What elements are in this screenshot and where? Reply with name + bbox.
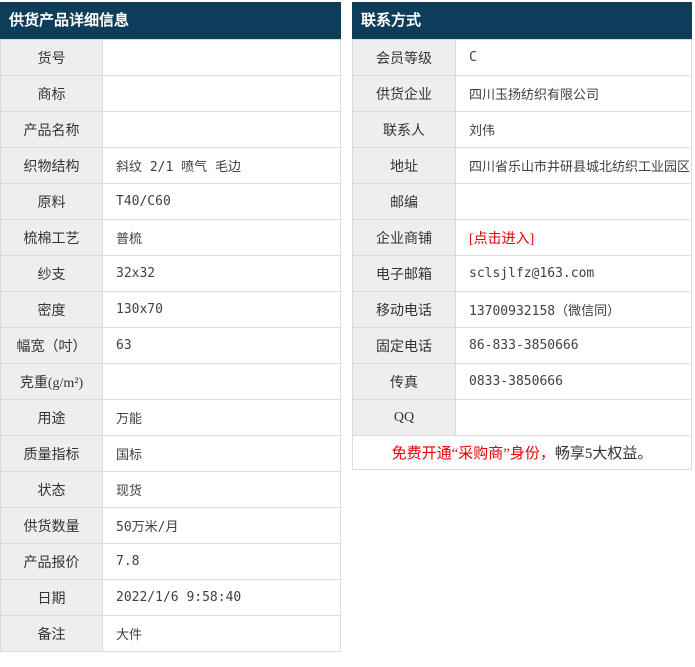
value-fabric-structure: 斜纹 2/1 喷气 毛边 <box>102 147 341 184</box>
value-fixed-phone: 86-833-3850666 <box>455 327 692 364</box>
value-density: 130x70 <box>102 291 341 328</box>
value-price-quote: 7.8 <box>102 543 341 580</box>
value-gram-weight <box>102 363 341 400</box>
label-mobile-phone: 移动电话 <box>352 291 456 328</box>
value-raw-material: T40/C60 <box>102 183 341 220</box>
row-member-level: 会员等级 C <box>352 39 692 76</box>
label-date: 日期 <box>0 579 103 616</box>
value-address: 四川省乐山市井研县城北纺织工业园区 <box>455 147 692 184</box>
label-qq: QQ <box>352 399 456 436</box>
value-zip-code <box>455 183 692 220</box>
row-zip-code: 邮编 <box>352 183 692 220</box>
row-remark: 备注 大件 <box>0 615 341 652</box>
promo-note-text: 畅享5大权益。 <box>554 446 653 462</box>
label-width-inch: 幅宽（吋） <box>0 327 103 364</box>
value-fax: 0833-3850666 <box>455 363 692 400</box>
row-supplier-company: 供货企业 四川玉扬纺织有限公司 <box>352 75 692 112</box>
label-member-level: 会员等级 <box>352 39 456 76</box>
value-date: 2022/1/6 9:58:40 <box>102 579 341 616</box>
label-yarn-count: 纱支 <box>0 255 103 292</box>
row-gram-weight: 克重(g/m²) <box>0 363 341 400</box>
row-usage: 用途 万能 <box>0 399 341 436</box>
label-item-number: 货号 <box>0 39 103 76</box>
product-details-title: 供货产品详细信息 <box>0 2 341 39</box>
row-raw-material: 原料 T40/C60 <box>0 183 341 220</box>
label-address: 地址 <box>352 147 456 184</box>
contact-info-title: 联系方式 <box>352 2 692 39</box>
value-trademark <box>102 75 341 112</box>
value-width-inch: 63 <box>102 327 341 364</box>
label-price-quote: 产品报价 <box>0 543 103 580</box>
row-yarn-count: 纱支 32x32 <box>0 255 341 292</box>
label-trademark: 商标 <box>0 75 103 112</box>
row-price-quote: 产品报价 7.8 <box>0 543 341 580</box>
row-supply-quantity: 供货数量 50万米/月 <box>0 507 341 544</box>
value-supply-quantity: 50万米/月 <box>102 507 341 544</box>
promo-note-link[interactable]: 免费开通“采购商”身份， <box>392 446 555 462</box>
row-item-number: 货号 <box>0 39 341 76</box>
value-contact-person: 刘伟 <box>455 111 692 148</box>
row-fixed-phone: 固定电话 86-833-3850666 <box>352 327 692 364</box>
value-member-level: C <box>455 39 692 76</box>
label-company-shop: 企业商铺 <box>352 219 456 256</box>
row-email: 电子邮箱 sclsjlfz@163.com <box>352 255 692 292</box>
row-density: 密度 130x70 <box>0 291 341 328</box>
row-qq: QQ <box>352 399 692 436</box>
value-yarn-count: 32x32 <box>102 255 341 292</box>
row-contact-person: 联系人 刘伟 <box>352 111 692 148</box>
row-trademark: 商标 <box>0 75 341 112</box>
value-mobile-phone: 13700932158（微信同） <box>455 291 692 328</box>
label-status: 状态 <box>0 471 103 508</box>
row-address: 地址 四川省乐山市井研县城北纺织工业园区 <box>352 147 692 184</box>
label-density: 密度 <box>0 291 103 328</box>
row-status: 状态 现货 <box>0 471 341 508</box>
value-status: 现货 <box>102 471 341 508</box>
promo-note: 免费开通“采购商”身份，畅享5大权益。 <box>352 435 692 470</box>
value-product-name <box>102 111 341 148</box>
label-gram-weight: 克重(g/m²) <box>0 363 103 400</box>
row-fabric-structure: 织物结构 斜纹 2/1 喷气 毛边 <box>0 147 341 184</box>
contact-info-panel: 联系方式 会员等级 C 供货企业 四川玉扬纺织有限公司 联系人 刘伟 地址 四川… <box>352 2 692 470</box>
value-remark: 大件 <box>102 615 341 652</box>
value-quality-standard: 国标 <box>102 435 341 472</box>
row-quality-standard: 质量指标 国标 <box>0 435 341 472</box>
value-supplier-company: 四川玉扬纺织有限公司 <box>455 75 692 112</box>
label-usage: 用途 <box>0 399 103 436</box>
label-fabric-structure: 织物结构 <box>0 147 103 184</box>
value-usage: 万能 <box>102 399 341 436</box>
label-remark: 备注 <box>0 615 103 652</box>
value-email: sclsjlfz@163.com <box>455 255 692 292</box>
row-fax: 传真 0833-3850666 <box>352 363 692 400</box>
row-product-name: 产品名称 <box>0 111 341 148</box>
row-combing-process: 梳棉工艺 普梳 <box>0 219 341 256</box>
label-combing-process: 梳棉工艺 <box>0 219 103 256</box>
label-zip-code: 邮编 <box>352 183 456 220</box>
product-details-panel: 供货产品详细信息 货号 商标 产品名称 织物结构 斜纹 2/1 喷气 毛边 原料… <box>0 2 341 652</box>
contact-info-table: 会员等级 C 供货企业 四川玉扬纺织有限公司 联系人 刘伟 地址 四川省乐山市井… <box>352 39 692 470</box>
label-contact-person: 联系人 <box>352 111 456 148</box>
page-body: 供货产品详细信息 货号 商标 产品名称 织物结构 斜纹 2/1 喷气 毛边 原料… <box>0 2 695 652</box>
row-mobile-phone: 移动电话 13700932158（微信同） <box>352 291 692 328</box>
label-fax: 传真 <box>352 363 456 400</box>
row-company-shop: 企业商铺 [点击进入] <box>352 219 692 256</box>
value-combing-process: 普梳 <box>102 219 341 256</box>
product-details-table: 货号 商标 产品名称 织物结构 斜纹 2/1 喷气 毛边 原料 T40/C60 … <box>0 39 341 652</box>
label-product-name: 产品名称 <box>0 111 103 148</box>
shop-enter-link[interactable]: [点击进入] <box>469 232 534 247</box>
label-supply-quantity: 供货数量 <box>0 507 103 544</box>
label-raw-material: 原料 <box>0 183 103 220</box>
value-qq <box>455 399 692 436</box>
row-promo-note: 免费开通“采购商”身份，畅享5大权益。 <box>352 435 692 470</box>
value-company-shop: [点击进入] <box>455 219 692 256</box>
row-date: 日期 2022/1/6 9:58:40 <box>0 579 341 616</box>
label-email: 电子邮箱 <box>352 255 456 292</box>
label-quality-standard: 质量指标 <box>0 435 103 472</box>
row-width-inch: 幅宽（吋） 63 <box>0 327 341 364</box>
label-supplier-company: 供货企业 <box>352 75 456 112</box>
label-fixed-phone: 固定电话 <box>352 327 456 364</box>
value-item-number <box>102 39 341 76</box>
